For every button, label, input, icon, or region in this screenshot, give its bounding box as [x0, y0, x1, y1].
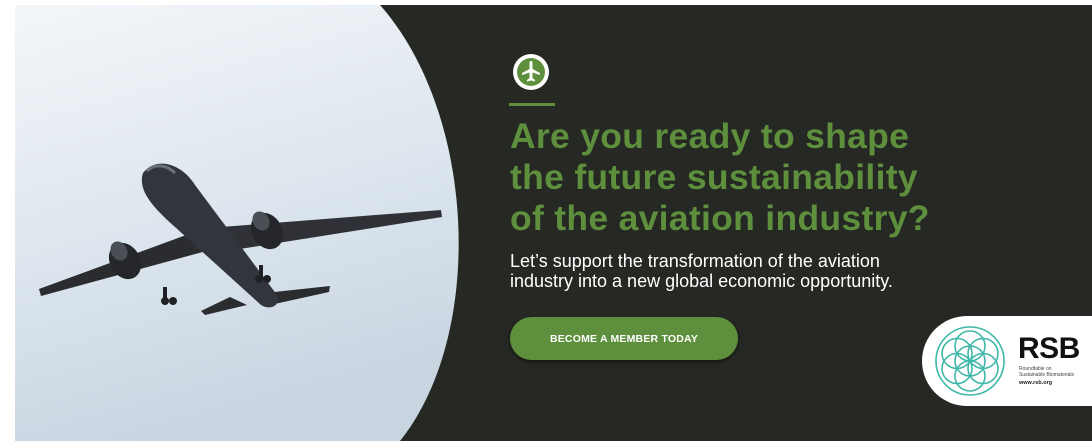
- aviation-banner: Are you ready to shape the future sustai…: [15, 5, 1092, 441]
- logo-subtitle-line: Sustainable Biomaterials: [1019, 372, 1075, 378]
- airplane-photo-image: [15, 5, 459, 441]
- airplane-photo: [15, 5, 485, 441]
- headline-line: of the aviation industry?: [510, 198, 930, 238]
- rsb-logo[interactable]: RSB Roundtable on Sustainable Biomateria…: [922, 316, 1092, 406]
- logo-name: RSB: [1018, 332, 1080, 365]
- logo-url[interactable]: www.rsb.org: [1019, 380, 1052, 386]
- flower-of-life-icon: [935, 326, 1005, 396]
- become-member-button[interactable]: BECOME A MEMBER TODAY: [510, 317, 738, 360]
- accent-divider: [509, 103, 555, 106]
- headline-line: Are you ready to shape: [510, 116, 910, 156]
- headline: Are you ready to shape the future sustai…: [510, 116, 1030, 239]
- headline-line: the future sustainability: [510, 157, 918, 197]
- subtext-line: industry into a new global economic oppo…: [510, 271, 893, 291]
- subtext: Let’s support the transformation of the …: [510, 251, 980, 291]
- logo-subtitle: Roundtable on Sustainable Biomaterials: [1019, 366, 1089, 378]
- airplane-icon: [513, 54, 549, 90]
- subtext-line: Let’s support the transformation of the …: [510, 251, 880, 271]
